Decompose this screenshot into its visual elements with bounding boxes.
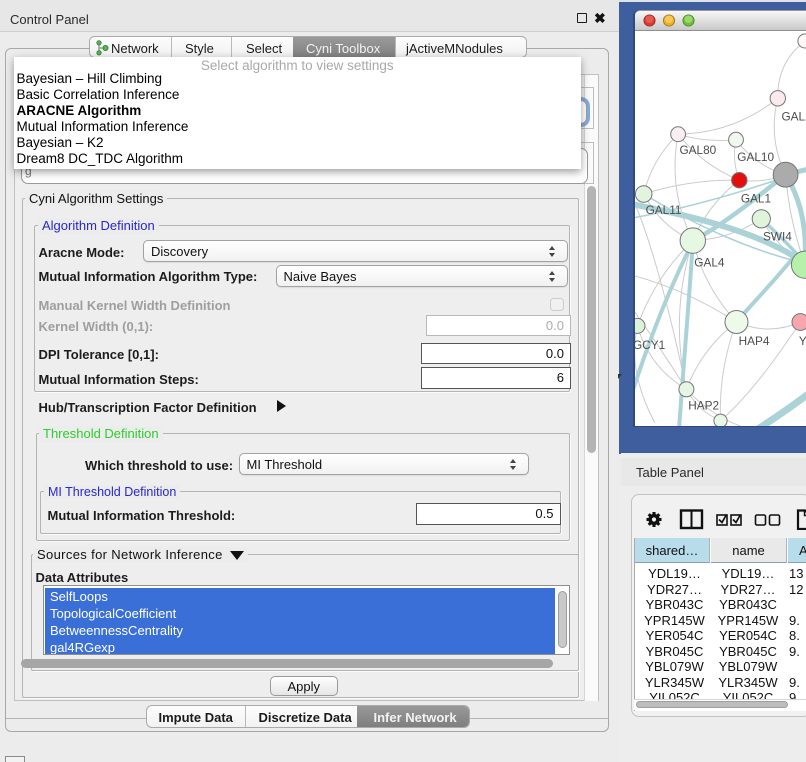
svg-text:Y: Y	[798, 334, 806, 348]
svg-text:GAL10: GAL10	[737, 150, 774, 164]
svg-text:HAP4: HAP4	[738, 334, 769, 348]
svg-text:HAP2: HAP2	[688, 399, 719, 413]
svg-text:GAL4: GAL4	[694, 256, 725, 270]
svg-text:GAL2: GAL2	[781, 110, 806, 124]
svg-text:GAL11: GAL11	[645, 203, 681, 217]
svg-text:SWI4: SWI4	[763, 230, 792, 244]
svg-text:GCY1: GCY1	[635, 338, 665, 352]
svg-text:GAL80: GAL80	[679, 143, 716, 157]
svg-text:GAL1: GAL1	[740, 192, 770, 206]
